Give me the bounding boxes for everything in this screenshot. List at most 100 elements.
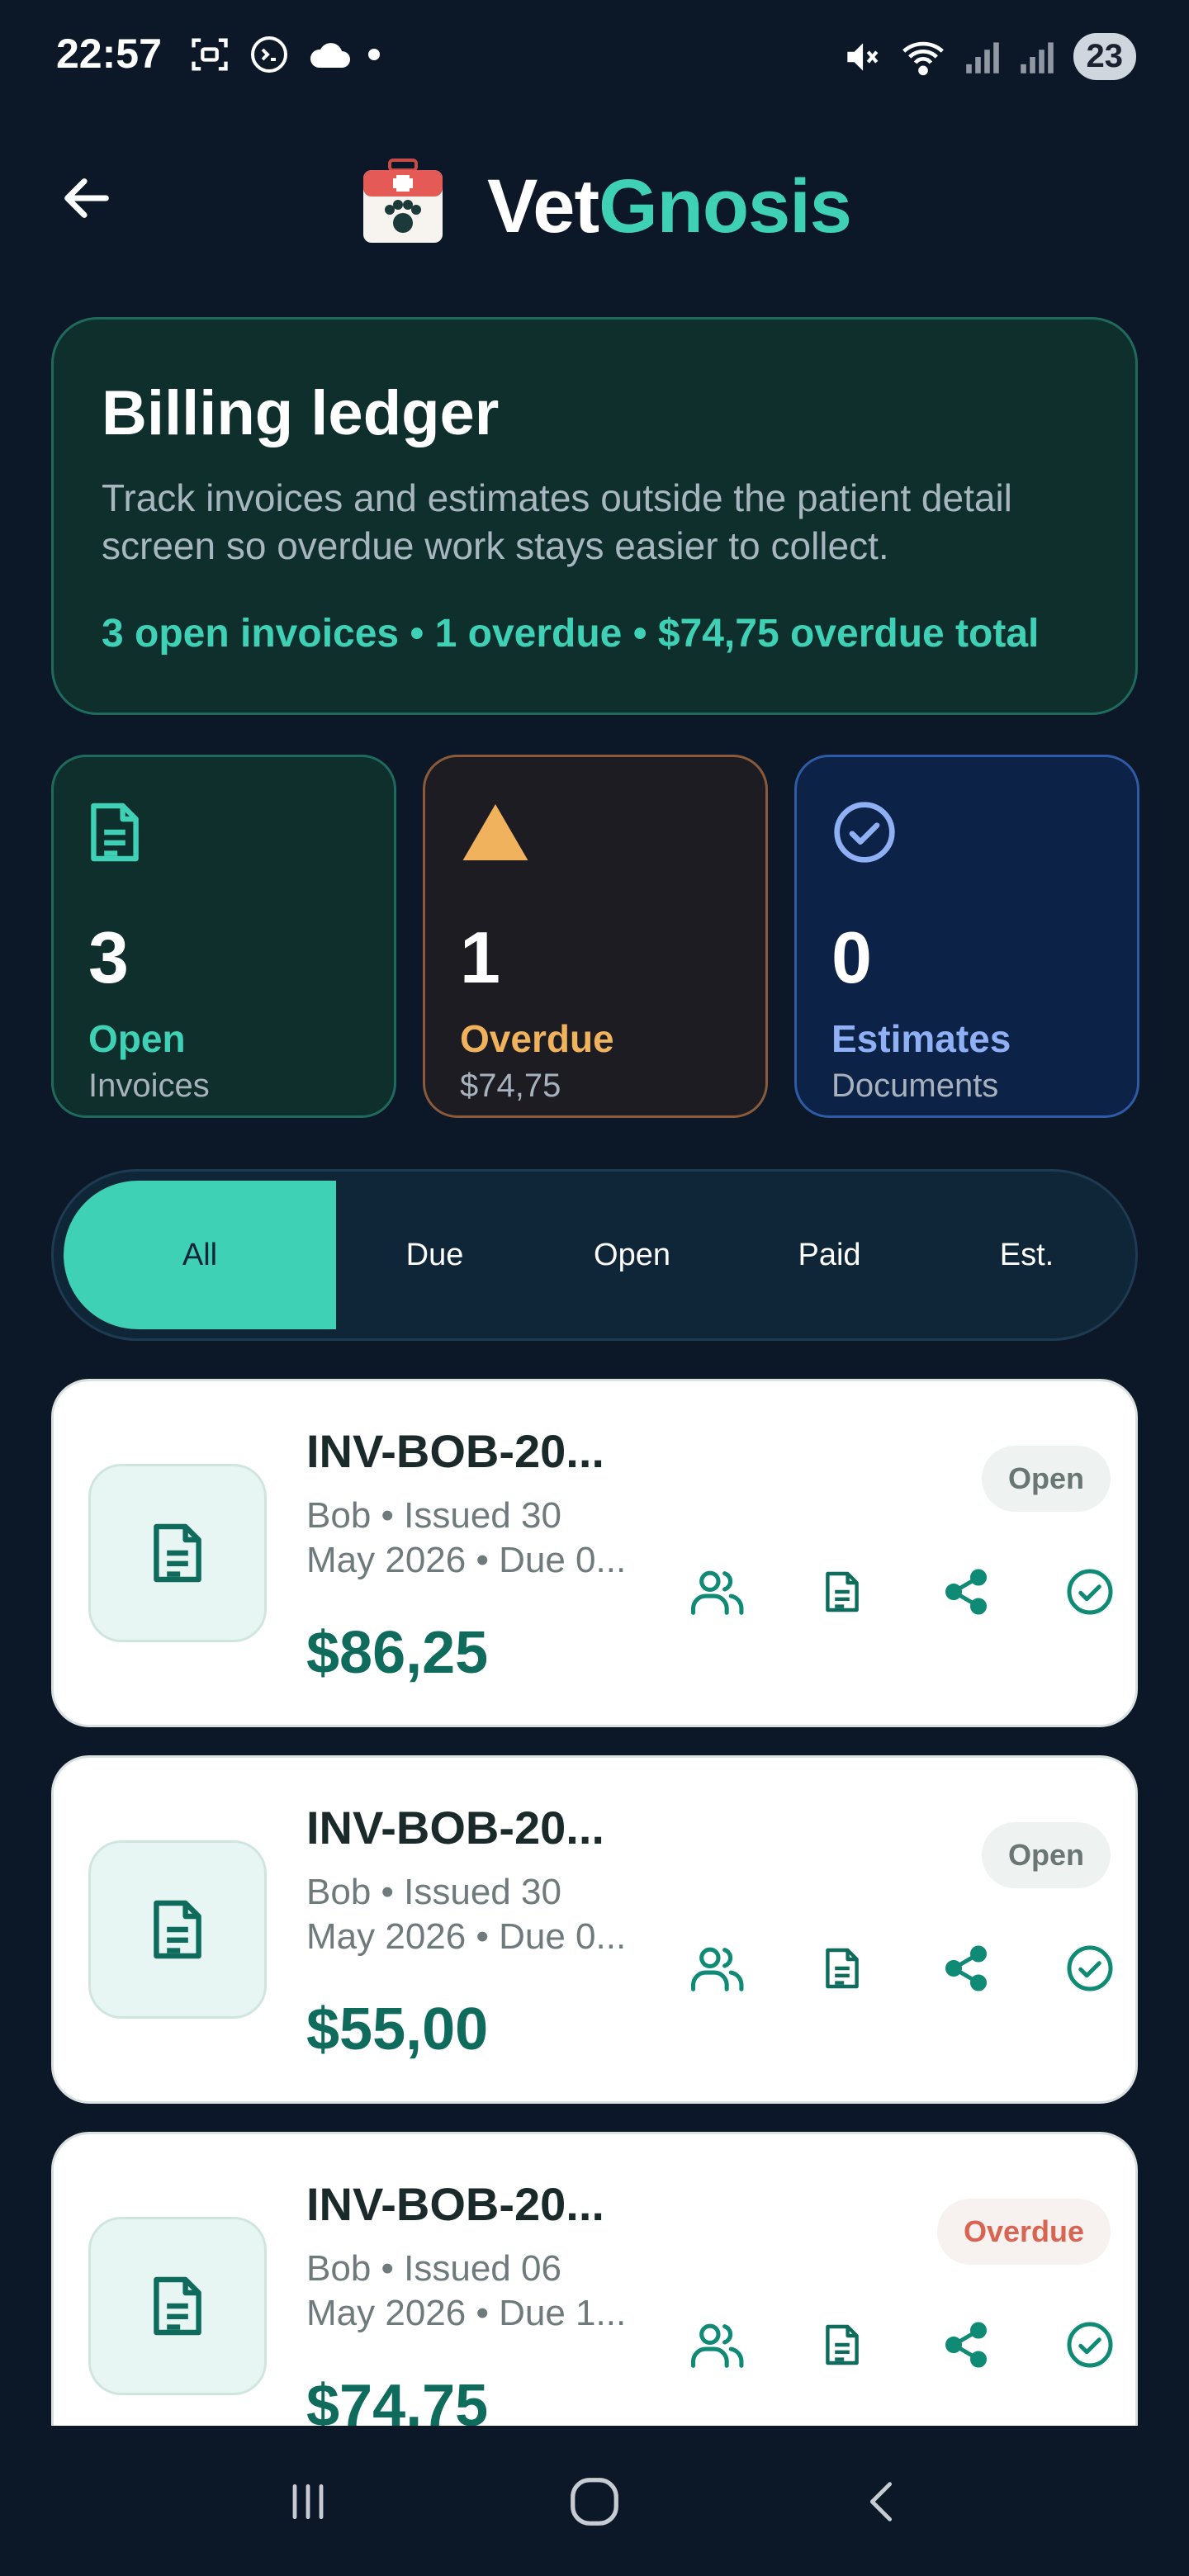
invoice-amount: $74,75 xyxy=(306,2373,489,2426)
people-icon xyxy=(691,1570,744,1615)
signal-icon-2 xyxy=(1020,41,1054,73)
invoice-amount: $55,00 xyxy=(306,1996,489,2062)
people-icon xyxy=(691,2323,744,2368)
invoice-meta-line1: Bob • Issued 30 xyxy=(306,1495,561,1536)
invoice-actions xyxy=(656,1555,1152,1629)
tab-estimates[interactable]: Est. xyxy=(928,1181,1125,1329)
invoice-icon-box xyxy=(88,2217,267,2395)
back-button[interactable] xyxy=(50,161,124,235)
document-icon xyxy=(88,795,163,869)
share-button[interactable] xyxy=(904,1931,1028,2005)
stat-estimates-value: 0 xyxy=(831,916,872,998)
share-button[interactable] xyxy=(904,2308,1028,2382)
stat-open-sub: Invoices xyxy=(88,1068,210,1104)
stat-estimates-sub: Documents xyxy=(831,1068,999,1104)
ledger-summary: 3 open invoices • 1 overdue • $74,75 ove… xyxy=(102,612,1040,656)
document-icon xyxy=(826,2324,859,2365)
document-icon xyxy=(154,1900,201,1959)
invoice-title: INV-BOB-20... xyxy=(306,2178,604,2230)
invoice-card[interactable]: INV-BOB-20... Bob • Issued 30 May 2026 •… xyxy=(51,1379,1138,1727)
tab-due[interactable]: Due xyxy=(336,1181,533,1329)
signal-icon xyxy=(965,41,999,73)
mark-paid-button[interactable] xyxy=(1028,1555,1152,1629)
invoice-amount: $86,25 xyxy=(306,1620,489,1686)
system-back-button[interactable] xyxy=(831,2452,931,2551)
status-badge: Open xyxy=(981,1822,1111,1888)
brand-title: VetGnosis xyxy=(487,163,852,250)
people-icon xyxy=(691,1947,744,1991)
patient-button[interactable] xyxy=(656,1555,780,1629)
mark-paid-button[interactable] xyxy=(1028,1931,1152,2005)
view-document-button[interactable] xyxy=(780,1931,904,2005)
document-icon xyxy=(826,1948,859,1989)
invoice-card[interactable]: INV-BOB-20... Bob • Issued 30 May 2026 •… xyxy=(51,1755,1138,2104)
wifi-icon xyxy=(902,41,944,75)
invoice-icon-box xyxy=(88,1840,267,2019)
status-bar: 22:57 23 xyxy=(0,0,1189,107)
status-icons-left xyxy=(188,33,380,76)
battery-indicator: 23 xyxy=(1073,33,1136,80)
vet-kit-logo xyxy=(360,157,446,248)
screenshot-icon xyxy=(192,38,228,71)
tab-open[interactable]: Open xyxy=(533,1181,731,1329)
system-nav-bar xyxy=(0,2427,1189,2576)
invoice-title: INV-BOB-20... xyxy=(306,1802,604,1854)
check-circle-icon xyxy=(1067,1945,1113,1991)
invoice-title: INV-BOB-20... xyxy=(306,1425,604,1477)
invoice-card[interactable]: INV-BOB-20... Bob • Issued 06 May 2026 •… xyxy=(51,2132,1138,2426)
warning-triangle-icon xyxy=(460,795,534,869)
tab-all[interactable]: All xyxy=(64,1181,336,1329)
cloud-icon xyxy=(310,43,350,68)
app-header: VetGnosis xyxy=(0,140,1189,272)
terminal-icon xyxy=(251,36,287,73)
stat-card-overdue[interactable]: 1 Overdue $74,75 xyxy=(423,755,768,1118)
stat-card-open[interactable]: 3 Open Invoices xyxy=(51,755,396,1118)
status-badge: Open xyxy=(981,1446,1111,1512)
status-badge: Overdue xyxy=(936,2199,1111,2265)
share-button[interactable] xyxy=(904,1555,1028,1629)
status-icons-right: 23 xyxy=(841,33,1136,80)
invoice-meta-line2: May 2026 • Due 1... xyxy=(306,2293,627,2333)
invoice-meta: Bob • Issued 06 May 2026 • Due 1... xyxy=(306,2247,628,2336)
stat-card-estimates[interactable]: 0 Estimates Documents xyxy=(794,755,1139,1118)
filter-tabs: All Due Open Paid Est. xyxy=(51,1169,1138,1341)
stat-overdue-sub: $74,75 xyxy=(460,1068,561,1104)
check-circle-icon xyxy=(831,795,906,869)
view-document-button[interactable] xyxy=(780,1555,904,1629)
stat-overdue-label: Overdue xyxy=(460,1017,614,1060)
share-icon xyxy=(945,2322,987,2368)
invoice-list: INV-BOB-20... Bob • Issued 30 May 2026 •… xyxy=(0,1379,1189,2426)
patient-button[interactable] xyxy=(656,1931,780,2005)
recent-apps-icon xyxy=(292,2484,324,2520)
arrow-left-icon xyxy=(64,178,109,218)
invoice-actions xyxy=(656,2308,1152,2382)
billing-ledger-card: Billing ledger Track invoices and estima… xyxy=(51,317,1138,715)
stat-open-value: 3 xyxy=(88,916,129,998)
home-button[interactable] xyxy=(545,2452,644,2551)
share-icon xyxy=(945,1569,987,1615)
share-icon xyxy=(945,1945,987,1991)
document-icon xyxy=(154,2276,201,2336)
brand-gnosis: Gnosis xyxy=(599,164,852,249)
stat-open-label: Open xyxy=(88,1017,186,1060)
ledger-description: Track invoices and estimates outside the… xyxy=(102,476,1012,567)
invoice-meta-line2: May 2026 • Due 0... xyxy=(306,1540,627,1580)
view-document-button[interactable] xyxy=(780,2308,904,2382)
ledger-title: Billing ledger xyxy=(102,378,500,448)
invoice-actions xyxy=(656,1931,1152,2005)
invoice-meta: Bob • Issued 30 May 2026 • Due 0... xyxy=(306,1870,628,1959)
patient-button[interactable] xyxy=(656,2308,780,2382)
invoice-meta-line1: Bob • Issued 06 xyxy=(306,2248,561,2289)
mute-icon xyxy=(846,42,878,71)
check-circle-icon xyxy=(1067,1569,1113,1615)
brand-vet: Vet xyxy=(487,164,599,249)
tab-paid[interactable]: Paid xyxy=(731,1181,928,1329)
notification-dot xyxy=(368,49,380,60)
document-icon xyxy=(826,1571,859,1612)
invoice-icon-box xyxy=(88,1464,267,1642)
mark-paid-button[interactable] xyxy=(1028,2308,1152,2382)
stat-estimates-label: Estimates xyxy=(831,1017,1011,1060)
recent-apps-button[interactable] xyxy=(258,2452,358,2551)
chevron-left-icon xyxy=(869,2482,892,2522)
check-circle-icon xyxy=(1067,2322,1113,2368)
